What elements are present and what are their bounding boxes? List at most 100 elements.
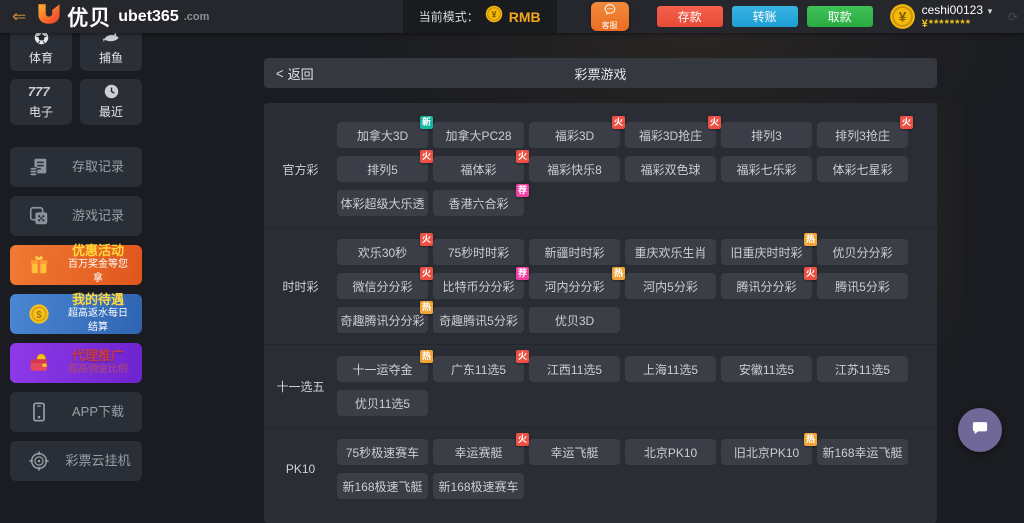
deposit-button[interactable]: 存款 <box>657 6 723 27</box>
game-button-排列3[interactable]: 排列3 <box>721 122 812 148</box>
brand-name-en: ubet365 <box>118 8 178 26</box>
game-button-河内5分彩[interactable]: 河内5分彩 <box>625 273 716 299</box>
game-button-体彩七星彩[interactable]: 体彩七星彩 <box>817 156 908 182</box>
game-button-福体彩[interactable]: 福体彩火 <box>433 156 524 182</box>
sidebar-item-优惠活动[interactable]: 优惠活动百万奖金等您拿 <box>10 245 142 285</box>
game-button-福彩3D[interactable]: 福彩3D火 <box>529 122 620 148</box>
game-button-排列3抢庄[interactable]: 排列3抢庄火 <box>817 122 908 148</box>
back-button[interactable]: < 返回 <box>264 64 314 83</box>
game-label: 优贝分分彩 <box>832 244 892 261</box>
sidebar-item-label: APP下载 <box>64 405 132 419</box>
badge-hot-icon: 热 <box>420 301 433 314</box>
currency-mode-selector[interactable]: 当前模式： ¥ RMB <box>403 0 557 33</box>
game-button-比特币分分彩[interactable]: 比特币分分彩荐 <box>433 273 524 299</box>
game-label: 幸运飞艇 <box>550 444 598 461</box>
chevron-down-icon: ▼ <box>986 7 994 16</box>
game-label: 新疆时时彩 <box>544 244 604 261</box>
ledger-icon <box>26 156 52 178</box>
game-button-福彩七乐彩[interactable]: 福彩七乐彩 <box>721 156 812 182</box>
game-button-排列5[interactable]: 排列5火 <box>337 156 428 182</box>
brand-tld: .com <box>184 11 210 23</box>
svg-text:¥: ¥ <box>491 9 496 19</box>
phone-icon <box>26 401 52 423</box>
game-button-新168幸运飞艇[interactable]: 新168幸运飞艇 <box>817 439 908 465</box>
page-title: 彩票游戏 <box>264 64 937 83</box>
game-button-河内分分彩[interactable]: 河内分分彩热 <box>529 273 620 299</box>
sidebar-item-存取记录[interactable]: 存取记录 <box>10 147 142 187</box>
game-label: 微信分分彩 <box>352 278 412 295</box>
collapse-sidebar-icon[interactable]: ⇐ <box>0 0 36 33</box>
sidebar-item-代理推广[interactable]: 代理推广超高佣金比例 <box>10 343 142 383</box>
customer-service-button[interactable]: 客服 <box>591 2 629 31</box>
service-label: 客服 <box>602 21 618 30</box>
chat-bubble-icon <box>603 3 617 21</box>
sidebar-item-label: 游戏记录 <box>64 209 132 223</box>
game-label: 比特币分分彩 <box>442 278 514 295</box>
sidebar-tile-最近[interactable]: 最近 <box>80 79 142 125</box>
sidebar-tile-电子[interactable]: 777电子 <box>10 79 72 125</box>
username-dropdown[interactable]: ceshi00123▼ <box>922 4 994 18</box>
game-label: 江西11选5 <box>547 361 602 378</box>
game-button-微信分分彩[interactable]: 微信分分彩火 <box>337 273 428 299</box>
top-header: ⇐ 优贝 ubet365 .com 当前模式： ¥ RMB 客服 存款 转账 取… <box>0 0 1024 33</box>
game-button-体彩超级大乐透[interactable]: 体彩超级大乐透 <box>337 190 428 216</box>
badge-fire-icon: 火 <box>804 267 817 280</box>
svg-text:$: $ <box>36 310 42 321</box>
game-button-新168极速赛车[interactable]: 新168极速赛车 <box>433 473 524 499</box>
game-button-新168极速飞艇[interactable]: 新168极速飞艇 <box>337 473 428 499</box>
chevron-left-icon: < <box>276 64 284 81</box>
game-button-腾讯分分彩[interactable]: 腾讯分分彩火 <box>721 273 812 299</box>
game-button-加拿大3D[interactable]: 加拿大3D新 <box>337 122 428 148</box>
game-button-奇趣腾讯5分彩[interactable]: 奇趣腾讯5分彩 <box>433 307 524 333</box>
sidebar-item-subtitle: 百万奖金等您拿 <box>64 258 132 286</box>
tile-label: 体育 <box>29 49 53 66</box>
sidebar-item-游戏记录[interactable]: 游戏记录 <box>10 196 142 236</box>
game-button-幸运飞艇[interactable]: 幸运飞艇 <box>529 439 620 465</box>
game-label: 优贝11选5 <box>355 395 410 412</box>
game-button-优贝11选5[interactable]: 优贝11选5 <box>337 390 428 416</box>
game-button-福彩双色球[interactable]: 福彩双色球 <box>625 156 716 182</box>
transfer-button[interactable]: 转账 <box>732 6 798 27</box>
sidebar-item-我的待遇[interactable]: $我的待遇超高返水每日结算 <box>10 294 142 334</box>
game-grid: 欢乐30秒火75秒时时彩 新疆时时彩 重庆欢乐生肖旧重庆时时彩热 优贝分分彩微信分分彩… <box>337 239 923 333</box>
game-button-十一运夺金[interactable]: 十一运夺金热 <box>337 356 428 382</box>
brand-logo[interactable]: 优贝 ubet365 .com <box>36 2 209 32</box>
game-button-幸运赛艇[interactable]: 幸运赛艇火 <box>433 439 524 465</box>
game-button-上海11选5[interactable]: 上海11选5 <box>625 356 716 382</box>
logo-u-icon <box>36 2 62 31</box>
game-button-新疆时时彩[interactable]: 新疆时时彩 <box>529 239 620 265</box>
game-label: 新168极速飞艇 <box>342 478 422 495</box>
badge-rec-icon: 荐 <box>516 184 529 197</box>
game-button-广东11选5[interactable]: 广东11选5火 <box>433 356 524 382</box>
game-button-江苏11选5[interactable]: 江苏11选5 <box>817 356 908 382</box>
game-button-优贝分分彩[interactable]: 优贝分分彩 <box>817 239 908 265</box>
game-button-江西11选5[interactable]: 江西11选5 <box>529 356 620 382</box>
badge-fire-icon: 火 <box>420 150 433 163</box>
game-button-旧重庆时时彩[interactable]: 旧重庆时时彩热 <box>721 239 812 265</box>
sidebar-menu: 存取记录游戏记录优惠活动百万奖金等您拿 $我的待遇超高返水每日结算代理推广超高佣金… <box>0 147 152 481</box>
sidebar-item-彩票云挂机[interactable]: 彩票云挂机 <box>10 441 142 481</box>
game-button-旧北京PK10[interactable]: 旧北京PK10热 <box>721 439 812 465</box>
game-button-北京PK10[interactable]: 北京PK10 <box>625 439 716 465</box>
sidebar-item-APP下载[interactable]: APP下载 <box>10 392 142 432</box>
game-button-优贝3D[interactable]: 优贝3D <box>529 307 620 333</box>
back-label: 返回 <box>288 64 314 83</box>
game-button-福彩快乐8[interactable]: 福彩快乐8 <box>529 156 620 182</box>
game-button-重庆欢乐生肖[interactable]: 重庆欢乐生肖 <box>625 239 716 265</box>
game-button-欢乐30秒[interactable]: 欢乐30秒火 <box>337 239 428 265</box>
game-grid: 加拿大3D新加拿大PC28福彩3D火福彩3D抢庄火排列3排列3抢庄火排列5火福体… <box>337 122 923 216</box>
tile-label: 捕鱼 <box>99 49 123 66</box>
game-button-奇趣腾讯分分彩[interactable]: 奇趣腾讯分分彩热 <box>337 307 428 333</box>
game-button-75秒时时彩[interactable]: 75秒时时彩 <box>433 239 524 265</box>
live-chat-button[interactable] <box>958 408 1002 452</box>
game-button-腾讯5分彩[interactable]: 腾讯5分彩 <box>817 273 908 299</box>
refresh-balance-icon[interactable]: ⟳ <box>1008 10 1018 24</box>
game-button-加拿大PC28[interactable]: 加拿大PC28 <box>433 122 524 148</box>
game-button-75秒极速赛车[interactable]: 75秒极速赛车 <box>337 439 428 465</box>
game-button-福彩3D抢庄[interactable]: 福彩3D抢庄火 <box>625 122 716 148</box>
game-button-香港六合彩[interactable]: 香港六合彩荐 <box>433 190 524 216</box>
sidebar-item-label: 彩票云挂机 <box>64 454 132 468</box>
withdraw-button[interactable]: 取款 <box>807 6 873 27</box>
game-button-安徽11选5[interactable]: 安徽11选5 <box>721 356 812 382</box>
svg-text:¥: ¥ <box>898 10 906 25</box>
